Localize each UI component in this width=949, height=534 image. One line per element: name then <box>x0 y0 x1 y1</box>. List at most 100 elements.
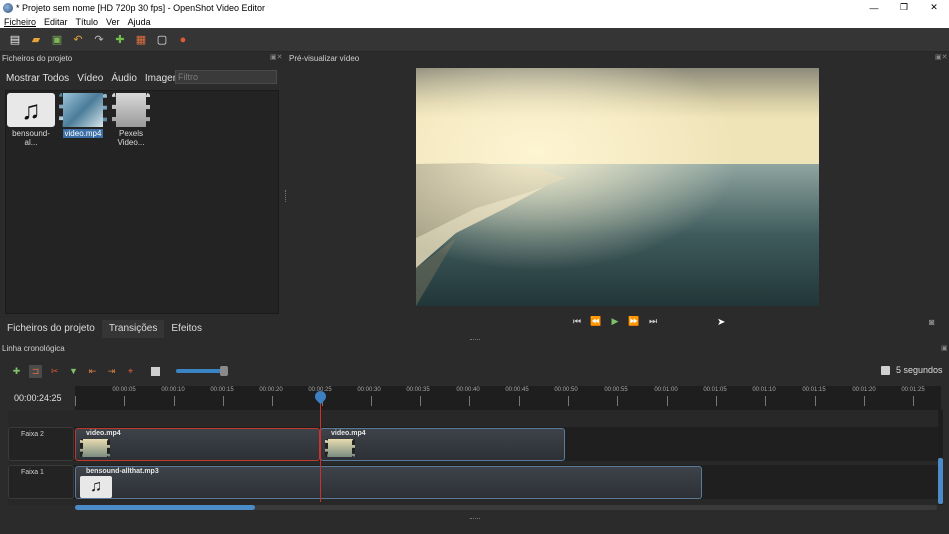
ruler-tick <box>568 396 569 406</box>
timeline-clip[interactable]: video.mp4 <box>75 428 320 461</box>
ruler-tick <box>814 396 816 406</box>
import-files-icon[interactable]: ✚ <box>113 33 127 47</box>
tab-transitions[interactable]: Transições <box>101 320 165 338</box>
ruler-label: 00:00:15 <box>210 387 234 393</box>
ruler-tick <box>272 396 274 406</box>
ruler-tick <box>913 396 915 406</box>
timeline-clip[interactable]: bensound-allthat.mp3 ♫ <box>75 466 702 499</box>
open-project-icon[interactable]: ▰ <box>29 33 43 47</box>
add-marker-icon[interactable]: ▼ <box>67 365 80 378</box>
playhead-line <box>320 392 321 502</box>
main-toolbar: ▤ ▰ ▣ ↶ ↷ ✚ ▦ ▢ ● <box>0 28 949 52</box>
menu-ajuda[interactable]: Ajuda <box>128 17 151 27</box>
razor-icon[interactable]: ✂ <box>48 365 61 378</box>
scrollbar-thumb[interactable] <box>938 458 943 504</box>
video-preview <box>416 68 819 306</box>
track-label[interactable]: Faixa 1 <box>8 465 74 499</box>
jump-start-icon[interactable]: ⏮ <box>570 316 584 328</box>
file-name: Pexels Video... <box>117 129 145 147</box>
menu-titulo[interactable]: Título <box>76 17 99 27</box>
timeline-horizontal-scrollbar[interactable] <box>75 505 937 510</box>
zoom-seconds-label: 5 segundos <box>896 365 943 375</box>
undo-icon[interactable]: ↶ <box>71 33 85 47</box>
ruler-tick <box>75 396 76 406</box>
zoom-checkbox[interactable] <box>881 365 890 375</box>
preview-panel-title: Pré-visualizar vídeo <box>289 54 360 63</box>
ruler-tick <box>666 396 668 406</box>
timeline-clip[interactable]: video.mp4 <box>320 428 565 461</box>
rewind-icon[interactable]: ⏪ <box>589 316 603 328</box>
close-icon[interactable]: ✕ <box>919 2 949 13</box>
timeline-ruler[interactable]: 00:00:05 00:00:10 00:00:15 00:00:20 00:0… <box>75 386 941 410</box>
ruler-label: 00:01:10 <box>752 387 776 393</box>
tab-effects[interactable]: Efeitos <box>164 320 209 338</box>
timeline-toolbar: ✚ ⊐ ✂ ▼ ⇤ ⇥ ⌖ <box>0 361 949 381</box>
redo-icon[interactable]: ↷ <box>92 33 106 47</box>
ruler-label: 00:00:45 <box>505 387 529 393</box>
timeline-dock-buttons[interactable]: ▣ <box>941 344 948 352</box>
center-playhead-icon[interactable]: ⌖ <box>124 365 137 378</box>
next-marker-icon[interactable]: ⇥ <box>105 365 118 378</box>
filter-tab-all[interactable]: Mostrar Todos <box>6 73 69 84</box>
filter-input[interactable]: Filtro <box>175 70 277 84</box>
video-thumbnail <box>112 93 150 127</box>
snapping-icon[interactable]: ⊐ <box>29 364 42 378</box>
zoom-label: 5 segundos <box>881 365 943 375</box>
timeline-title: Linha cronológica <box>2 344 65 353</box>
export-icon[interactable]: ● <box>176 33 190 47</box>
clip-title: video.mp4 <box>86 430 121 437</box>
menu-editar[interactable]: Editar <box>44 17 68 27</box>
filter-tab-audio[interactable]: Áudio <box>111 73 137 84</box>
mouse-cursor-icon: ➤ <box>717 317 726 328</box>
menu-ficheiro[interactable]: Ficheiro <box>4 17 36 27</box>
zoom-slider-fill <box>176 369 221 373</box>
openshot-logo-icon <box>3 2 13 13</box>
ruler-label: 00:01:20 <box>852 387 876 393</box>
jump-end-icon[interactable]: ⏭ <box>646 316 660 328</box>
new-project-icon[interactable]: ▤ <box>8 33 22 47</box>
profile-icon[interactable]: ▦ <box>134 33 148 47</box>
splitter-handle[interactable] <box>470 339 480 341</box>
ruler-label: 00:01:00 <box>654 387 678 393</box>
zoom-slider[interactable] <box>176 366 228 376</box>
track-label[interactable]: Faixa 2 <box>8 427 74 461</box>
ruler-tick <box>617 396 619 406</box>
ruler-label: 00:00:20 <box>259 387 283 393</box>
fast-forward-icon[interactable]: ⏩ <box>627 316 641 328</box>
ruler-label: 00:00:30 <box>357 387 381 393</box>
file-item-video[interactable]: video.mp4 <box>58 93 108 138</box>
timeline-vertical-scrollbar[interactable] <box>938 410 943 505</box>
save-project-icon[interactable]: ▣ <box>50 33 64 47</box>
file-item-audio[interactable]: ♫ bensound-al... <box>6 93 56 147</box>
play-icon[interactable]: ▶ <box>608 316 622 328</box>
minimize-icon[interactable]: — <box>859 3 889 13</box>
menu-ver[interactable]: Ver <box>106 17 120 27</box>
window-titlebar: * Projeto sem nome [HD 720p 30 fps] - Op… <box>0 0 949 15</box>
scrollbar-thumb[interactable] <box>75 505 255 510</box>
previous-marker-icon[interactable]: ⇤ <box>86 365 99 378</box>
splitter-handle[interactable] <box>285 190 287 202</box>
ruler-label: 00:01:15 <box>802 387 826 393</box>
clip-thumbnail <box>325 439 355 457</box>
zoom-slider-handle[interactable] <box>220 366 228 376</box>
file-item-video[interactable]: Pexels Video... <box>106 93 156 147</box>
filter-tab-video[interactable]: Vídeo <box>77 73 103 84</box>
ruler-label: 00:00:10 <box>161 387 185 393</box>
ruler-tick <box>469 396 471 406</box>
splitter-handle[interactable] <box>470 518 480 520</box>
fullscreen-icon[interactable]: ▢ <box>155 33 169 47</box>
clip-thumbnail <box>80 439 110 457</box>
tab-project-files[interactable]: Ficheiros do projeto <box>0 320 102 338</box>
restore-icon[interactable]: ❐ <box>889 2 919 13</box>
files-panel-dock-buttons[interactable]: ▣✕ <box>270 53 282 61</box>
video-thumbnail <box>59 93 107 127</box>
camera-icon[interactable]: ◙ <box>929 317 934 327</box>
ruler-label: 00:00:55 <box>604 387 628 393</box>
window-title: * Projeto sem nome [HD 720p 30 fps] - Op… <box>16 2 265 13</box>
ruler-tick <box>518 396 520 406</box>
ruler-tick <box>173 396 175 406</box>
ruler-label: 00:00:40 <box>456 387 480 393</box>
preview-panel-dock-buttons[interactable]: ▣✕ <box>935 53 947 61</box>
zoom-out-icon[interactable] <box>151 366 160 376</box>
add-track-icon[interactable]: ✚ <box>10 365 23 378</box>
